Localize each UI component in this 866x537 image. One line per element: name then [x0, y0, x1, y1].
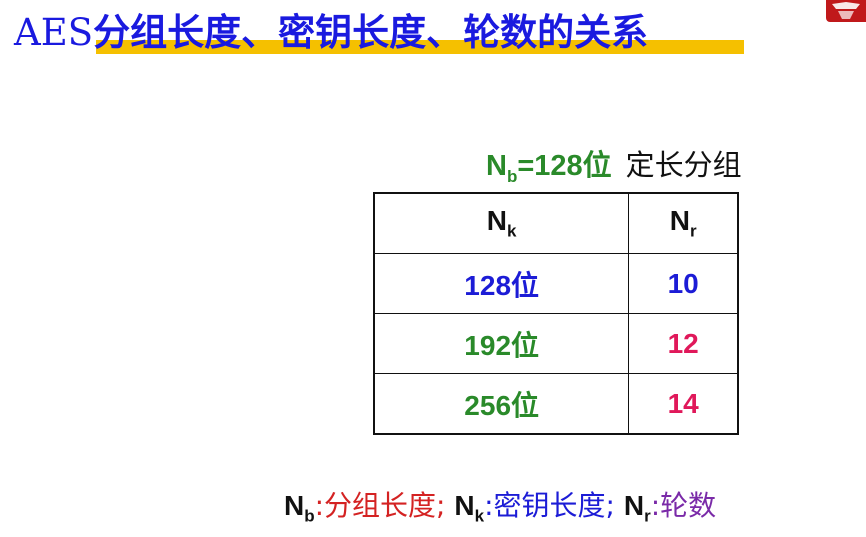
- header-key-length: Nk: [373, 192, 630, 254]
- nk-subscript: k: [507, 221, 517, 241]
- rounds-cell: 12: [628, 313, 739, 374]
- table-header-row: Nk Nr: [373, 192, 739, 254]
- legend-nk-subscript: k: [474, 506, 485, 526]
- slide-title-area: AES分组长度、密钥长度、轮数的关系: [14, 6, 744, 59]
- legend-nb-definition: :分组长度;: [314, 489, 446, 522]
- title-prefix: AES: [14, 11, 94, 54]
- nr-subscript: r: [689, 221, 697, 241]
- university-logo-icon: [826, 0, 866, 22]
- rounds-cell: 10: [628, 253, 739, 314]
- block-size-formula: Nb=128位: [486, 150, 612, 186]
- key-length-cell: 128位: [373, 253, 630, 314]
- rounds-table: Nk Nr 128位 10 192位 12 256位 14: [373, 192, 739, 435]
- legend-nk-definition: :密钥长度;: [484, 489, 615, 522]
- legend-nk-letter: N: [454, 490, 475, 521]
- legend-nb-letter: N: [284, 490, 305, 521]
- block-size-line: Nb=128位 定长分组: [486, 142, 742, 187]
- nb-symbol: N: [486, 150, 507, 182]
- block-size-value: =128位: [517, 150, 612, 182]
- key-length-cell: 256位: [373, 373, 630, 435]
- slide-title: AES分组长度、密钥长度、轮数的关系: [14, 6, 648, 59]
- legend-nr-letter: N: [623, 490, 645, 521]
- header-rounds: Nr: [628, 192, 739, 254]
- rounds-cell: 14: [628, 373, 739, 435]
- nb-subscript: b: [506, 166, 518, 186]
- symbol-legend: Nb:分组长度; Nk:密钥长度; Nr:轮数: [284, 484, 716, 527]
- nr-symbol: N: [669, 205, 690, 237]
- legend-nk-symbol: Nk: [454, 490, 484, 526]
- table-row: 192位 12: [373, 313, 739, 374]
- legend-nr-definition: :轮数: [650, 489, 717, 522]
- block-size-description: 定长分组: [625, 148, 742, 182]
- legend-nb-subscript: b: [304, 506, 315, 526]
- title-main: 分组长度、密钥长度、轮数的关系: [93, 10, 649, 54]
- table-row: 256位 14: [373, 373, 739, 435]
- legend-nb-symbol: Nb: [284, 490, 315, 526]
- legend-nr-symbol: Nr: [623, 490, 651, 526]
- legend-nr-subscript: r: [644, 506, 651, 526]
- key-length-cell: 192位: [373, 313, 630, 374]
- nk-symbol: N: [486, 205, 508, 237]
- table-row: 128位 10: [373, 253, 739, 314]
